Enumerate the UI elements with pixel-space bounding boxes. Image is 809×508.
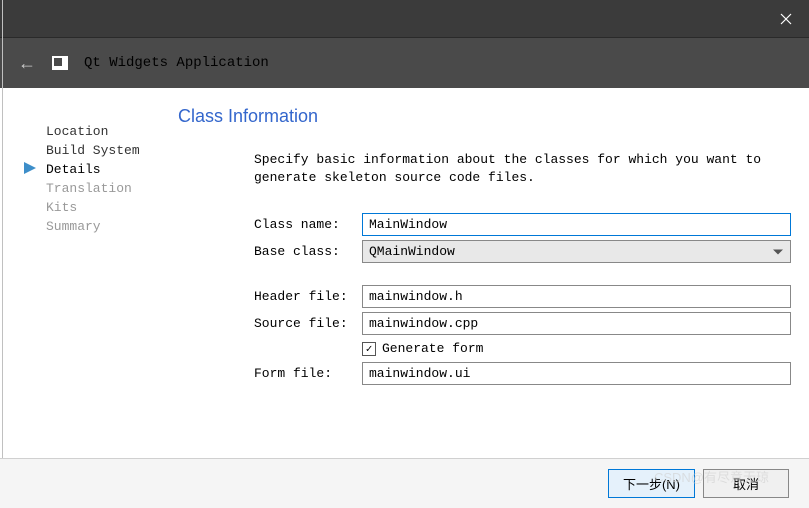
close-icon <box>780 13 792 25</box>
header-file-input[interactable] <box>362 285 791 308</box>
back-arrow-icon[interactable]: ← <box>18 53 36 74</box>
generate-form-label: Generate form <box>382 341 483 356</box>
sidebar-item-kits: Kits <box>46 198 170 217</box>
close-button[interactable] <box>763 0 809 38</box>
class-name-input[interactable] <box>362 213 791 236</box>
wizard-steps-sidebar: Location Build System Details Translatio… <box>0 88 170 458</box>
watermark-text: CSDN@有尽意无琼 <box>654 467 769 486</box>
source-file-label: Source file: <box>254 316 362 331</box>
main-panel: Class Information Specify basic informat… <box>170 88 809 458</box>
sidebar-item-location[interactable]: Location <box>46 122 170 141</box>
page-title: Class Information <box>178 106 791 127</box>
wizard-header: ← Qt Widgets Application <box>0 38 809 88</box>
base-class-label: Base class: <box>254 244 362 259</box>
source-file-input[interactable] <box>362 312 791 335</box>
qt-app-icon <box>52 56 68 70</box>
sidebar-item-summary: Summary <box>46 217 170 236</box>
sidebar-item-translation: Translation <box>46 179 170 198</box>
sidebar-item-build-system[interactable]: Build System <box>46 141 170 160</box>
generate-form-checkbox[interactable]: ✓ <box>362 342 376 356</box>
class-name-label: Class name: <box>254 217 362 232</box>
page-description: Specify basic information about the clas… <box>254 151 791 187</box>
form-file-input[interactable] <box>362 362 791 385</box>
sidebar-item-details[interactable]: Details <box>46 160 170 179</box>
window-titlebar <box>0 0 809 38</box>
wizard-title: Qt Widgets Application <box>84 55 269 71</box>
header-file-label: Header file: <box>254 289 362 304</box>
base-class-select[interactable]: QMainWindow <box>362 240 791 263</box>
form-file-label: Form file: <box>254 366 362 381</box>
